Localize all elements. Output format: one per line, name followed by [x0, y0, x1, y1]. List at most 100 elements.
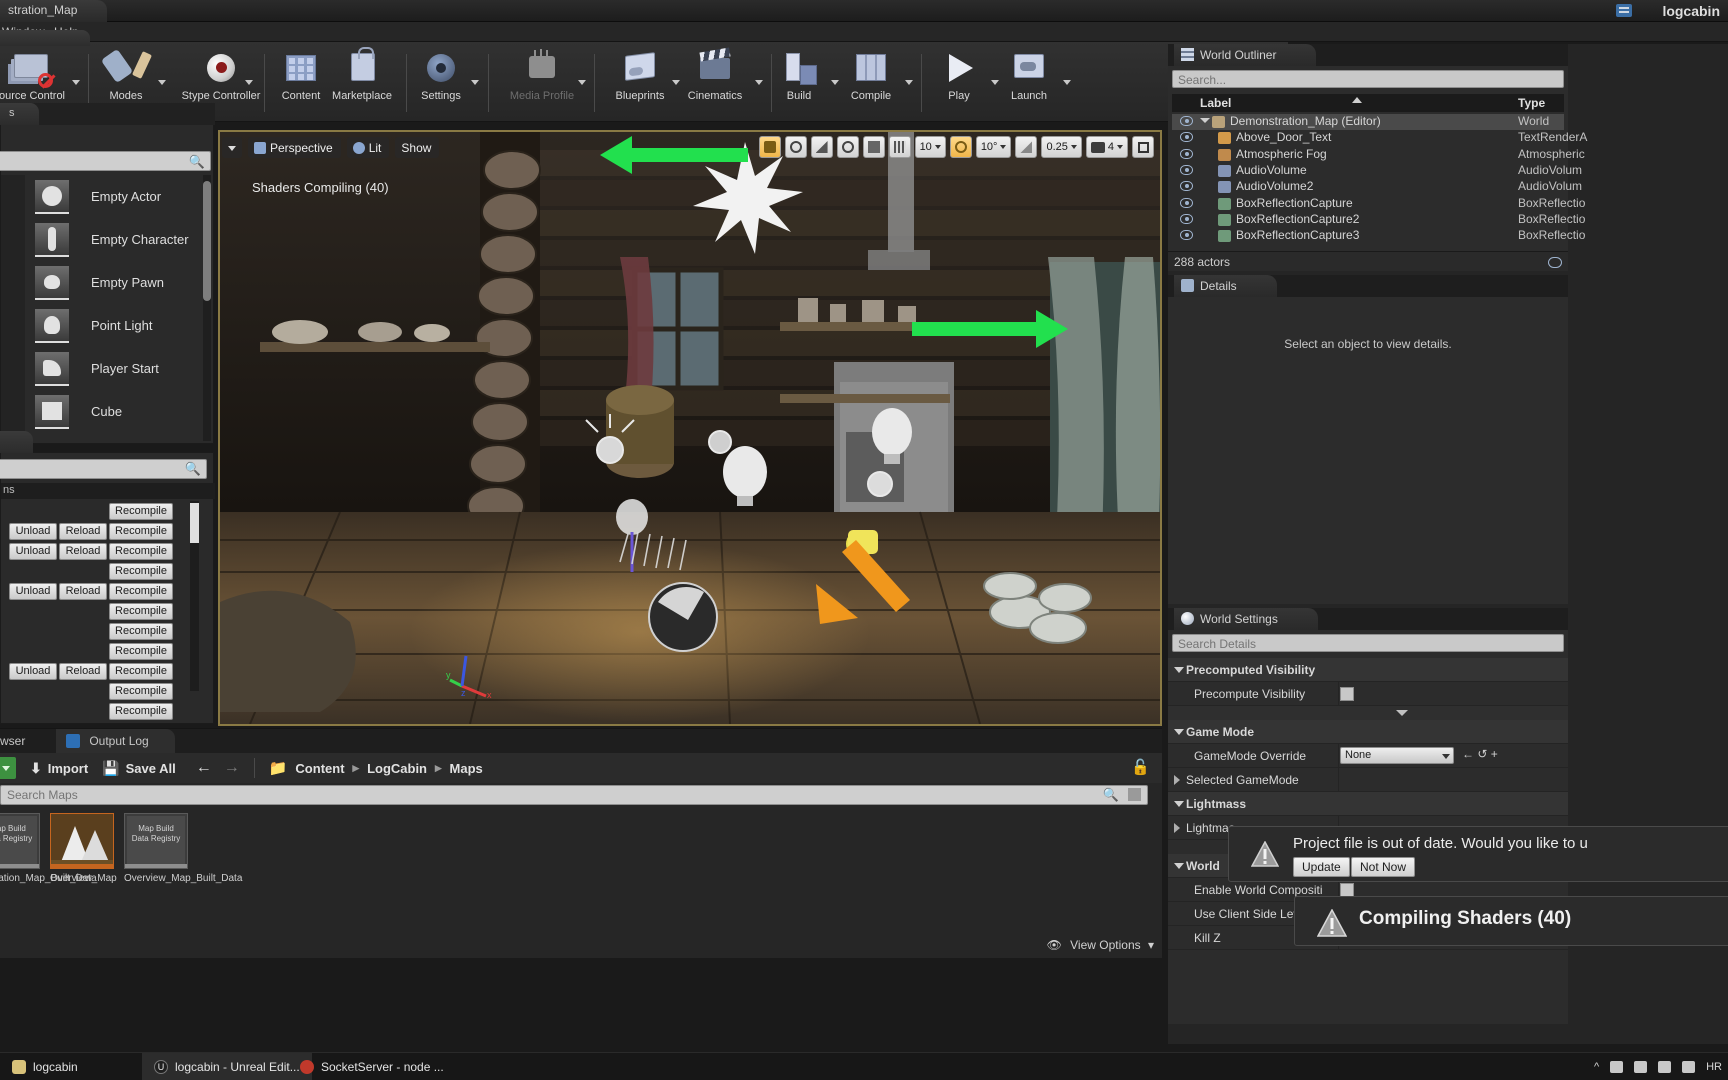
reload-button[interactable]: Reload [59, 543, 107, 560]
level-viewport[interactable]: Shaders Compiling (40) x y z [218, 130, 1162, 726]
toolbar-launch[interactable]: Launch [991, 48, 1067, 102]
gamemode-override-combo[interactable]: None [1340, 747, 1454, 764]
settings-category-row[interactable]: Lightmass [1168, 792, 1568, 816]
toolbar-play[interactable]: Play [921, 48, 997, 102]
import-button[interactable]: ⬇ Import [30, 760, 88, 777]
gamemode-override-actions[interactable]: ← ↺ + [1462, 747, 1498, 761]
modules-search-input[interactable] [0, 461, 180, 477]
list-item[interactable]: Empty Pawn [25, 261, 199, 304]
unload-button[interactable]: Unload [9, 543, 57, 560]
breadcrumb-item-content[interactable]: Content [295, 761, 344, 776]
asset-tile[interactable]: Map Build Data Registry Overview_Map_Bui… [124, 813, 242, 933]
view-options-button[interactable]: 👁 View Options ▾ [1047, 938, 1154, 952]
surface-snap-button[interactable] [862, 136, 885, 158]
chevron-down-icon[interactable] [1174, 667, 1184, 673]
toolbar-marketplace[interactable]: Marketplace [324, 47, 400, 102]
expander-icon[interactable] [1200, 118, 1210, 123]
tray-icon[interactable] [1658, 1061, 1672, 1073]
toolbar-source-control[interactable]: ource Control [0, 48, 70, 102]
taskbar-item-logcabin[interactable]: logcabin [0, 1053, 90, 1080]
visibility-toggle-icon[interactable] [1180, 181, 1193, 192]
grid-snap-value[interactable]: 10 [914, 136, 946, 158]
place-actors-scrollbar-thumb[interactable] [203, 181, 211, 301]
toolbar-settings-caret[interactable] [471, 80, 479, 85]
modules-scrollbar-track[interactable] [190, 501, 199, 691]
list-item[interactable]: Player Start [25, 347, 199, 390]
add-new-button[interactable] [0, 757, 16, 779]
recompile-button[interactable]: Recompile [109, 683, 173, 700]
settings-property-row[interactable]: Precompute Visibility [1168, 682, 1568, 706]
content-browser-asset-grid[interactable]: Map Build Data Registry onstration_Map_B… [0, 813, 242, 933]
viewport-options-button[interactable] [222, 136, 242, 158]
notification-not-now-button[interactable]: Not Now [1351, 857, 1416, 877]
reload-button[interactable]: Reload [59, 663, 107, 680]
modules-scrollbar-thumb[interactable] [190, 503, 199, 543]
rotation-snap-button[interactable] [949, 136, 972, 158]
toolbar-stype-controller[interactable]: Stype Controller [166, 48, 276, 102]
tray-clock[interactable]: HR [1706, 1061, 1722, 1073]
toolbar-launch-caret[interactable] [1063, 80, 1071, 85]
toggle-all-visibility-icon[interactable] [1548, 257, 1562, 268]
asset-tile[interactable]: Overview_Map [50, 813, 117, 933]
toolbar-settings[interactable]: Settings [403, 48, 479, 102]
viewport-view-mode[interactable]: Lit [346, 136, 390, 158]
place-actors-search-input[interactable] [0, 153, 184, 169]
unload-button[interactable]: Unload [9, 583, 57, 600]
taskbar-item-unreal-editor[interactable]: U logcabin - Unreal Edit... [142, 1053, 312, 1080]
visibility-toggle-icon[interactable] [1180, 148, 1193, 159]
column-header-type[interactable]: Type [1518, 96, 1545, 110]
recompile-button[interactable]: Recompile [109, 643, 173, 660]
asset-tile[interactable]: Map Build Data Registry onstration_Map_B… [0, 813, 97, 933]
chevron-right-icon[interactable] [1174, 775, 1180, 785]
camera-speed-button[interactable]: 4 [1085, 136, 1128, 158]
project-tab[interactable]: stration_Map [0, 0, 108, 22]
recompile-button[interactable]: Recompile [109, 663, 173, 680]
toolbar-source-control-caret[interactable] [72, 80, 80, 85]
tray-expand-icon[interactable]: ^ [1594, 1061, 1599, 1073]
rotation-snap-value[interactable]: 10° [975, 136, 1012, 158]
column-header-label[interactable]: Label [1200, 96, 1231, 110]
unload-button[interactable]: Unload [9, 523, 57, 540]
notification-project-out-of-date[interactable]: Project file is out of date. Would you l… [1228, 826, 1728, 882]
world-outliner-search[interactable] [1172, 70, 1564, 88]
unload-button[interactable]: Unload [9, 663, 57, 680]
back-button[interactable]: ← [196, 759, 212, 777]
settings-property-row[interactable]: Selected GameMode [1168, 768, 1568, 792]
outliner-row[interactable]: BoxReflectionCapture BoxReflectio [1172, 196, 1585, 212]
lock-icon[interactable]: 🔓 [1131, 758, 1150, 776]
notification-compiling-shaders[interactable]: Compiling Shaders (40) [1294, 896, 1728, 946]
viewport-show-menu[interactable]: Show [395, 136, 440, 158]
list-item[interactable]: Empty Character [25, 218, 199, 261]
toolbar-cinematics[interactable]: Cinematics [677, 48, 753, 102]
place-actors-search[interactable]: 🔍 [0, 151, 211, 171]
visibility-toggle-icon[interactable] [1180, 230, 1193, 241]
toolbar-build[interactable]: Build [761, 48, 837, 102]
world-settings-search[interactable] [1172, 634, 1564, 652]
visibility-toggle-icon[interactable] [1180, 116, 1193, 126]
grid-snap-button[interactable] [888, 136, 911, 158]
settings-checkbox[interactable] [1340, 687, 1354, 701]
save-search-icon[interactable] [1128, 788, 1141, 801]
place-actors-list[interactable]: Empty Actor Empty Character Empty Pawn P… [25, 175, 199, 443]
maximize-viewport-button[interactable] [1132, 136, 1154, 158]
list-item[interactable]: Cube [25, 390, 199, 433]
outliner-row[interactable]: Above_Door_Text TextRenderA [1172, 130, 1587, 146]
modules-search[interactable]: 🔍 [0, 459, 207, 479]
toolbar-blueprints[interactable]: Blueprints [602, 48, 678, 102]
tray-icon[interactable] [1634, 1061, 1648, 1073]
chevron-down-icon[interactable] [1174, 801, 1184, 807]
outliner-row[interactable]: BoxReflectionCapture3 BoxReflectio [1172, 228, 1585, 244]
outliner-row[interactable]: Atmospheric Fog Atmospheric [1172, 147, 1585, 163]
content-browser-search[interactable]: 🔍 [0, 785, 1148, 805]
recompile-button[interactable]: Recompile [109, 543, 173, 560]
toolbar-media-profile[interactable]: Media Profile [494, 48, 590, 102]
tab-content-browser[interactable]: wser [0, 729, 51, 753]
toolbar-stype-caret[interactable] [245, 80, 253, 85]
content-browser-search-input[interactable] [1, 787, 1111, 803]
recompile-button[interactable]: Recompile [109, 703, 173, 720]
scale-snap-button[interactable] [1015, 136, 1038, 158]
outliner-row[interactable]: AudioVolume AudioVolum [1172, 163, 1582, 179]
list-item[interactable]: Point Light [25, 304, 199, 347]
toolbar-modes-caret[interactable] [158, 80, 166, 85]
toolbar-modes[interactable]: Modes [88, 48, 164, 102]
